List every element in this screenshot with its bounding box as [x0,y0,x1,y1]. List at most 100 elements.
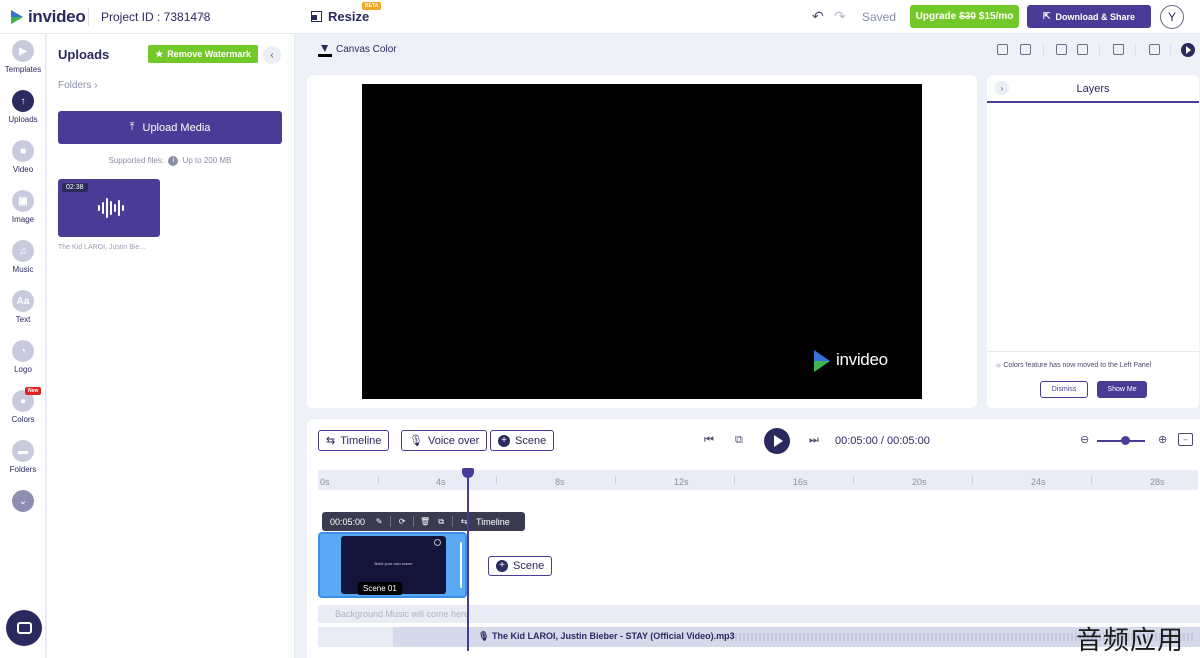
ruler-label: 8s [555,477,565,487]
audio-track[interactable]: 🎙︎ The Kid LAROI, Justin Bieber - STAY (… [318,627,1200,647]
trash-icon[interactable]: 🗑︎ [417,517,433,526]
video-canvas[interactable]: invideo [362,84,922,399]
edit-project-icon[interactable]: ✎ [199,10,208,23]
uploads-panel: Uploads ★ Remove Watermark ‹ Folders › ⤒… [47,34,295,658]
plus-icon: + [496,560,508,572]
templates-icon: ▶ [12,40,34,62]
user-avatar[interactable]: Y [1160,5,1184,29]
media-item[interactable]: 02:38 [58,179,160,237]
image-icon: ▣ [12,190,34,212]
rail-label: Music [12,265,34,274]
divider [452,516,454,527]
play-button[interactable] [764,428,790,454]
ruler-label: 0s [320,477,330,487]
rail-item-image[interactable]: ▣ Image [0,190,46,224]
divider [1043,43,1044,57]
timeline-ruler[interactable]: 0s 4s 8s 12s 16s 20s 24s 28s [318,470,1198,490]
rail-item-colors[interactable]: ● New Colors [0,387,46,424]
zoom-slider-handle[interactable] [1121,436,1130,445]
layers-panel: Layers › ☼ Colors feature has now moved … [987,75,1199,408]
upload-media-button[interactable]: ⤒ Upload Media [58,111,282,144]
folders-icon: ▬ [12,440,34,462]
ruler-tick [853,476,854,484]
background-music-track[interactable]: Background Music will come here [318,605,1200,623]
duplicate-icon[interactable] [997,44,1008,55]
send-backward-icon[interactable] [1077,44,1088,55]
layers-title[interactable]: Layers [987,83,1199,95]
remove-watermark-label: Remove Watermark [167,49,251,59]
rail-label: Templates [4,65,42,74]
chevron-right-icon[interactable]: › [995,81,1009,95]
duplicate-icon[interactable]: ⧉ [433,517,449,527]
saved-status: Saved [862,10,897,24]
voiceover-button[interactable]: 🎙︎ Voice over [401,430,488,451]
rail-item-text[interactable]: Aa Text [0,290,46,324]
resize-button[interactable]: Resize [328,9,369,24]
colors-notice: ☼ Colors feature has now moved to the Le… [987,351,1199,408]
skip-back-icon[interactable]: ⏮ [704,434,714,447]
zoom-out-icon[interactable]: ⊖ [1080,433,1089,446]
show-me-button[interactable]: Show Me [1097,381,1147,398]
add-scene-top-button[interactable]: + Scene [490,430,555,451]
chevron-left-icon[interactable]: ‹ [263,46,281,64]
bring-forward-icon[interactable] [1056,44,1067,55]
grid-icon[interactable] [1149,44,1160,55]
scene-toolbar: 00:05:00 ✎ ⟳ 🗑︎ ⧉ ⇆ Timeline [322,512,525,531]
chat-support-button[interactable] [6,610,42,646]
canvas-toolbar: Canvas Color [306,34,1200,68]
scene-timeline-button[interactable]: Timeline [472,517,510,527]
rail-label: Video [12,165,34,174]
rail-label: Image [11,215,35,224]
rail-item-music[interactable]: ♫ Music [0,240,46,274]
rail-item-uploads[interactable]: ↑ Uploads [0,90,46,124]
edit-icon[interactable]: ✎ [371,517,387,526]
timeline-button[interactable]: ⇆ Timeline [318,430,390,451]
rail-label: Uploads [8,115,38,124]
rail-label: Logo [14,365,32,374]
canvas-color-icon[interactable] [318,43,332,57]
preview-play-icon[interactable] [1181,43,1195,57]
ruler-label: 24s [1031,477,1046,487]
trash-icon[interactable] [1113,44,1124,55]
redo-icon[interactable]: ↷ [834,8,846,25]
folders-link[interactable]: Folders › [58,80,97,91]
scene-clip[interactable]: Build your own scene Scene 01 [318,532,467,598]
upgrade-label: Upgrade [915,11,957,22]
dismiss-button[interactable]: Dismiss [1040,381,1088,398]
add-scene-button[interactable]: + Scene [488,556,553,576]
scene-options-icon[interactable] [434,539,441,546]
copy-icon[interactable] [1020,44,1031,55]
fit-timeline-icon[interactable]: ↔ [1178,433,1193,446]
zoom-in-icon[interactable]: ⊕ [1158,433,1167,446]
remove-watermark-button[interactable]: ★ Remove Watermark [148,45,258,63]
download-label: Download & Share [1055,11,1136,22]
loop-icon[interactable]: ⧉ [735,434,743,447]
add-scene-label: Scene [513,560,545,572]
scene-duration[interactable]: 00:05:00 [322,517,371,527]
ruler-tick [615,476,616,484]
divider [1170,43,1171,57]
scene-resize-handle[interactable] [460,542,462,588]
divider [1135,43,1136,57]
ruler-tick [1091,476,1092,484]
rail-item-video[interactable]: ■ Video [0,140,46,174]
info-icon[interactable]: i [168,156,179,166]
chevron-down-icon[interactable]: ⌄ [12,490,34,512]
upgrade-button[interactable]: Upgrade $30 $15/mo [910,5,1019,28]
skip-forward-icon[interactable]: ⏭ [809,434,819,447]
rail-item-folders[interactable]: ▬ Folders [0,440,46,474]
brand-name[interactable]: invideo [28,7,86,27]
divider [1099,43,1100,57]
rail-item-logo[interactable]: ◔ Logo [0,340,46,374]
canvas-color-button[interactable]: Canvas Color [336,44,397,55]
notice-message: Colors feature has now moved to the Left… [1003,362,1152,369]
scene-label: Scene 01 [358,582,402,595]
share-icon: ⇱ [1042,11,1051,21]
rail-item-templates[interactable]: ▶ Templates [0,40,46,74]
download-share-button[interactable]: ⇱ Download & Share [1027,5,1151,28]
canvas-watermark: invideo [836,350,888,369]
undo-icon[interactable]: ↶ [812,8,824,25]
resize-icon[interactable] [311,11,322,22]
transition-icon[interactable]: ⟳ [394,517,410,526]
playhead[interactable] [467,471,469,651]
